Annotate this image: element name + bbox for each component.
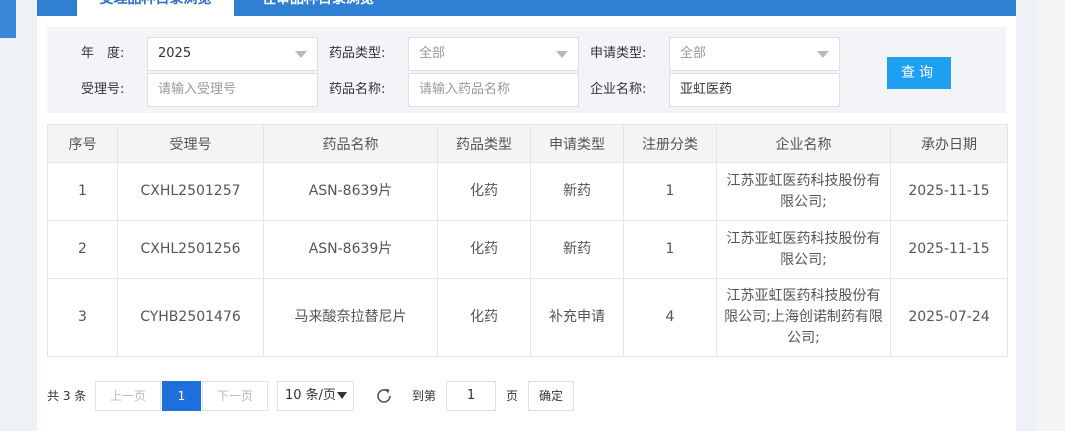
tab-accepted-catalog-label: 受理品种目录浏览 bbox=[77, 0, 234, 8]
goto-confirm-button[interactable]: 确定 bbox=[528, 381, 574, 411]
chevron-down-icon bbox=[817, 51, 829, 58]
cell-drug-name: ASN-8639片 bbox=[263, 220, 438, 279]
refresh-icon[interactable] bbox=[374, 386, 394, 406]
page-size-select[interactable]: 10 条/页 bbox=[277, 381, 354, 411]
accept-no-label: 受理号: bbox=[81, 82, 125, 97]
results-table: 序号 受理号 药品名称 药品类型 申请类型 注册分类 企业名称 承办日期 1 C… bbox=[47, 124, 1008, 357]
header-reg-class: 注册分类 bbox=[623, 124, 717, 163]
table-row: 2 CXHL2501256 ASN-8639片 化药 新药 1 江苏亚虹医药科技… bbox=[47, 220, 1008, 279]
table-header-row: 序号 受理号 药品名称 药品类型 申请类型 注册分类 企业名称 承办日期 bbox=[47, 124, 1008, 163]
apply-type-select-value: 全部 bbox=[680, 46, 707, 61]
cell-index: 2 bbox=[47, 220, 118, 279]
cell-date: 2025-07-24 bbox=[890, 278, 1008, 357]
tab-under-review-catalog[interactable]: 在审品种目录浏览 bbox=[243, 0, 393, 16]
cell-index: 1 bbox=[47, 162, 118, 221]
company-input-value: 亚虹医药 bbox=[680, 82, 733, 97]
accept-no-placeholder: 请输入受理号 bbox=[158, 82, 237, 97]
cell-apply-type: 新药 bbox=[530, 220, 624, 279]
tab-under-review-catalog-label: 在审品种目录浏览 bbox=[243, 0, 393, 8]
cell-drug-type: 化药 bbox=[437, 162, 531, 221]
chevron-down-icon bbox=[556, 51, 568, 58]
header-drug-type: 药品类型 bbox=[437, 124, 531, 163]
drug-name-label: 药品名称: bbox=[329, 82, 386, 97]
header-date: 承办日期 bbox=[890, 124, 1008, 163]
company-input[interactable]: 亚虹医药 bbox=[669, 73, 840, 107]
page-size-value: 10 条/页 bbox=[285, 388, 337, 403]
page-unit-label: 页 bbox=[506, 389, 519, 403]
header-accept-no: 受理号 bbox=[117, 124, 264, 163]
cell-drug-type: 化药 bbox=[437, 220, 531, 279]
drug-type-select-value: 全部 bbox=[419, 46, 446, 61]
total-count: 共 3 条 bbox=[47, 389, 87, 403]
cell-company: 江苏亚虹医药科技股份有限公司; bbox=[716, 220, 891, 279]
tab-bar: 受理品种目录浏览 在审品种目录浏览 bbox=[37, 0, 1016, 16]
cell-reg-class: 1 bbox=[623, 162, 717, 221]
year-select[interactable]: 2025 bbox=[147, 37, 318, 71]
header-drug-name: 药品名称 bbox=[263, 124, 438, 163]
year-label: 年 度: bbox=[81, 46, 125, 61]
goto-page-input[interactable]: 1 bbox=[446, 381, 496, 411]
cell-apply-type: 新药 bbox=[530, 162, 624, 221]
goto-label: 到第 bbox=[412, 389, 437, 403]
cell-date: 2025-11-15 bbox=[890, 162, 1008, 221]
apply-type-select[interactable]: 全部 bbox=[669, 37, 840, 71]
cell-date: 2025-11-15 bbox=[890, 220, 1008, 279]
drug-type-select[interactable]: 全部 bbox=[408, 37, 579, 71]
accept-no-input[interactable]: 请输入受理号 bbox=[147, 73, 318, 107]
cell-drug-name: 马来酸奈拉替尼片 bbox=[263, 278, 438, 357]
tab-accepted-catalog[interactable]: 受理品种目录浏览 bbox=[77, 0, 234, 16]
chevron-down-icon bbox=[295, 51, 307, 58]
right-gutter bbox=[1036, 0, 1065, 431]
cell-drug-name: ASN-8639片 bbox=[263, 162, 438, 221]
filter-panel: 年 度: 2025 药品类型: 全部 申请类型: 全部 受理号: 请输入受理号 … bbox=[47, 27, 1006, 113]
header-index: 序号 bbox=[47, 124, 118, 163]
cell-reg-class: 1 bbox=[623, 220, 717, 279]
cell-accept-no: CXHL2501257 bbox=[117, 162, 264, 221]
header-company: 企业名称 bbox=[716, 124, 891, 163]
cell-accept-no: CYHB2501476 bbox=[117, 278, 264, 357]
cell-apply-type: 补充申请 bbox=[530, 278, 624, 357]
cell-company: 江苏亚虹医药科技股份有限公司; bbox=[716, 162, 891, 221]
cell-company: 江苏亚虹医药科技股份有限公司;上海创诺制药有限公司; bbox=[716, 278, 891, 357]
query-button[interactable]: 查询 bbox=[887, 57, 951, 89]
drug-name-placeholder: 请输入药品名称 bbox=[419, 82, 511, 97]
drug-type-label: 药品类型: bbox=[329, 46, 386, 61]
cell-index: 3 bbox=[47, 278, 118, 357]
cell-accept-no: CXHL2501256 bbox=[117, 220, 264, 279]
table-row: 1 CXHL2501257 ASN-8639片 化药 新药 1 江苏亚虹医药科技… bbox=[47, 162, 1008, 221]
table-row: 3 CYHB2501476 马来酸奈拉替尼片 化药 补充申请 4 江苏亚虹医药科… bbox=[47, 278, 1008, 357]
company-label: 企业名称: bbox=[590, 82, 647, 97]
header-apply-type: 申请类型 bbox=[530, 124, 624, 163]
cell-reg-class: 4 bbox=[623, 278, 717, 357]
apply-type-label: 申请类型: bbox=[590, 46, 647, 61]
left-accent-bar bbox=[0, 0, 16, 38]
year-select-value: 2025 bbox=[158, 46, 192, 61]
next-page-button[interactable]: 下一页 bbox=[202, 381, 268, 411]
cell-drug-type: 化药 bbox=[437, 278, 531, 357]
page-number-current[interactable]: 1 bbox=[162, 381, 201, 411]
prev-page-button[interactable]: 上一页 bbox=[95, 381, 161, 411]
chevron-down-icon bbox=[337, 392, 347, 399]
drug-name-input[interactable]: 请输入药品名称 bbox=[408, 73, 579, 107]
